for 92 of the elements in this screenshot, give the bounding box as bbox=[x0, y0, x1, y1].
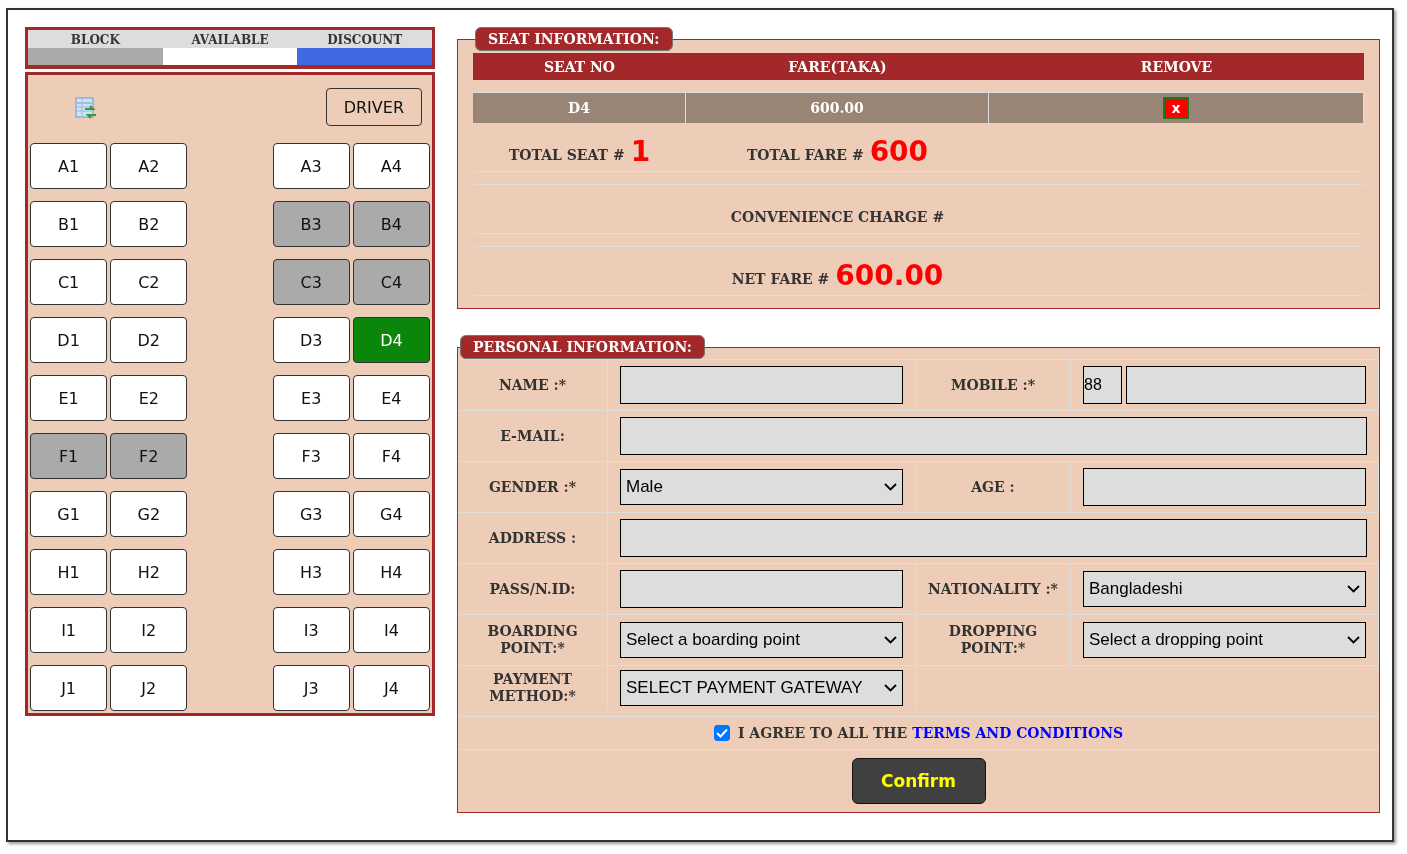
field-label: NAME :* bbox=[498, 376, 567, 394]
seat-button[interactable]: J1 bbox=[30, 665, 108, 711]
input-field[interactable] bbox=[620, 570, 903, 608]
total-fare-label: TOTAL FARE # bbox=[746, 147, 864, 163]
seat-button[interactable]: D1 bbox=[30, 317, 108, 363]
seat-button[interactable]: C3 bbox=[272, 259, 350, 305]
seat-button[interactable]: F1 bbox=[30, 433, 108, 479]
column-header: SEAT NO bbox=[542, 58, 617, 75]
legend-label: AVAILABLE bbox=[191, 32, 269, 48]
seat-button[interactable]: F2 bbox=[110, 433, 188, 479]
dropdown[interactable]: Select a boarding point bbox=[620, 622, 903, 658]
seat-no-cell: D4 bbox=[473, 93, 686, 123]
input-field[interactable] bbox=[1083, 468, 1366, 506]
legend-label: DISCOUNT bbox=[327, 32, 403, 48]
chevron-down-icon bbox=[1347, 585, 1360, 593]
dropdown[interactable]: Male bbox=[620, 469, 903, 505]
column-header: REMOVE bbox=[1139, 58, 1214, 75]
seat-button[interactable]: G2 bbox=[110, 491, 188, 537]
seat-button[interactable]: F3 bbox=[272, 433, 350, 479]
seat-button[interactable]: D4 bbox=[352, 317, 430, 363]
seat-button[interactable]: E1 bbox=[30, 375, 108, 421]
seat-button[interactable]: A4 bbox=[352, 143, 430, 189]
seat-button[interactable]: C1 bbox=[30, 259, 108, 305]
country-code-field[interactable]: 88 bbox=[1083, 366, 1122, 404]
convenience-charge-label: CONVENIENCE CHARGE # bbox=[730, 209, 945, 225]
agree-checkbox[interactable] bbox=[713, 725, 730, 741]
seat-button[interactable]: I3 bbox=[272, 607, 350, 653]
seat-button[interactable]: B2 bbox=[110, 201, 188, 247]
seat-button[interactable]: C4 bbox=[352, 259, 430, 305]
section-title: SEAT INFORMATION: bbox=[475, 27, 673, 51]
total-seat-value: 1 bbox=[630, 138, 651, 166]
total-seat-label: TOTAL SEAT # bbox=[508, 147, 625, 163]
seat-button[interactable]: G4 bbox=[352, 491, 430, 537]
net-fare-value: 600.00 bbox=[835, 262, 944, 290]
driver-button[interactable]: DRIVER bbox=[325, 88, 422, 126]
seat-button[interactable]: F4 bbox=[352, 433, 430, 479]
field-label: MOBILE :* bbox=[951, 376, 1035, 394]
seat-button[interactable]: I2 bbox=[110, 607, 188, 653]
section-title: PERSONAL INFORMATION: bbox=[460, 335, 705, 359]
seat-button[interactable]: J3 bbox=[272, 665, 350, 711]
seat-button[interactable]: E2 bbox=[110, 375, 188, 421]
dropdown[interactable]: Bangladeshi bbox=[1083, 571, 1366, 607]
chevron-down-icon bbox=[884, 483, 897, 491]
net-fare-label: NET FARE # bbox=[731, 271, 830, 287]
table-refresh-icon[interactable] bbox=[74, 96, 98, 120]
seat-button[interactable]: D2 bbox=[110, 317, 188, 363]
seat-button[interactable]: J4 bbox=[352, 665, 430, 711]
seat-button[interactable]: A2 bbox=[110, 143, 188, 189]
input-field[interactable] bbox=[620, 366, 903, 404]
input-field[interactable] bbox=[620, 417, 1367, 455]
seat-button[interactable]: G3 bbox=[272, 491, 350, 537]
seat-button[interactable]: E4 bbox=[352, 375, 430, 421]
chevron-down-icon bbox=[1347, 636, 1360, 644]
fare-cell: 600.00 bbox=[686, 93, 989, 123]
field-label: DROPPING POINT:* bbox=[947, 623, 1039, 657]
field-label: E-MAIL: bbox=[500, 427, 565, 445]
seat-button[interactable]: B1 bbox=[30, 201, 108, 247]
confirm-button[interactable]: Confirm bbox=[851, 758, 986, 804]
seat-button[interactable]: G1 bbox=[30, 491, 108, 537]
chevron-down-icon bbox=[884, 636, 897, 644]
seat-button[interactable]: C2 bbox=[110, 259, 188, 305]
seat-button[interactable]: E3 bbox=[272, 375, 350, 421]
field-label: ADDRESS : bbox=[488, 529, 577, 547]
input-field[interactable] bbox=[620, 519, 1367, 557]
seat-button[interactable]: A1 bbox=[30, 143, 108, 189]
dropdown[interactable]: Select a dropping point bbox=[1083, 622, 1366, 658]
seat-button[interactable]: H3 bbox=[272, 549, 350, 595]
seat-button[interactable]: H2 bbox=[110, 549, 188, 595]
seat-button[interactable]: I1 bbox=[30, 607, 108, 653]
seat-button[interactable]: I4 bbox=[352, 607, 430, 653]
seat-button[interactable]: B4 bbox=[352, 201, 430, 247]
field-label: PASS/N.ID: bbox=[489, 580, 576, 598]
remove-button[interactable]: x bbox=[1163, 97, 1189, 119]
mobile-field[interactable] bbox=[1126, 366, 1366, 404]
terms-link[interactable]: TERMS AND CONDITIONS bbox=[912, 725, 1124, 741]
seat-button[interactable]: H1 bbox=[30, 549, 108, 595]
field-label: PAYMENT METHOD:* bbox=[488, 670, 577, 705]
seat-button[interactable]: J2 bbox=[110, 665, 188, 711]
seat-button[interactable]: D3 bbox=[272, 317, 350, 363]
field-label: BOARDING POINT:* bbox=[486, 623, 579, 657]
seat-button[interactable]: H4 bbox=[352, 549, 430, 595]
dropdown[interactable]: SELECT PAYMENT GATEWAY bbox=[620, 669, 903, 706]
seat-button[interactable]: B3 bbox=[272, 201, 350, 247]
field-label: GENDER :* bbox=[488, 478, 577, 496]
chevron-down-icon bbox=[884, 683, 897, 692]
seat-button[interactable]: A3 bbox=[272, 143, 350, 189]
column-header: FARE(TAKA) bbox=[787, 58, 888, 75]
total-fare-value: 600 bbox=[869, 138, 929, 166]
legend-label: BLOCK bbox=[70, 32, 120, 48]
agree-text: I AGREE TO ALL THE bbox=[737, 725, 908, 741]
field-label: AGE : bbox=[971, 478, 1015, 496]
field-label: NATIONALITY :* bbox=[928, 580, 1058, 598]
